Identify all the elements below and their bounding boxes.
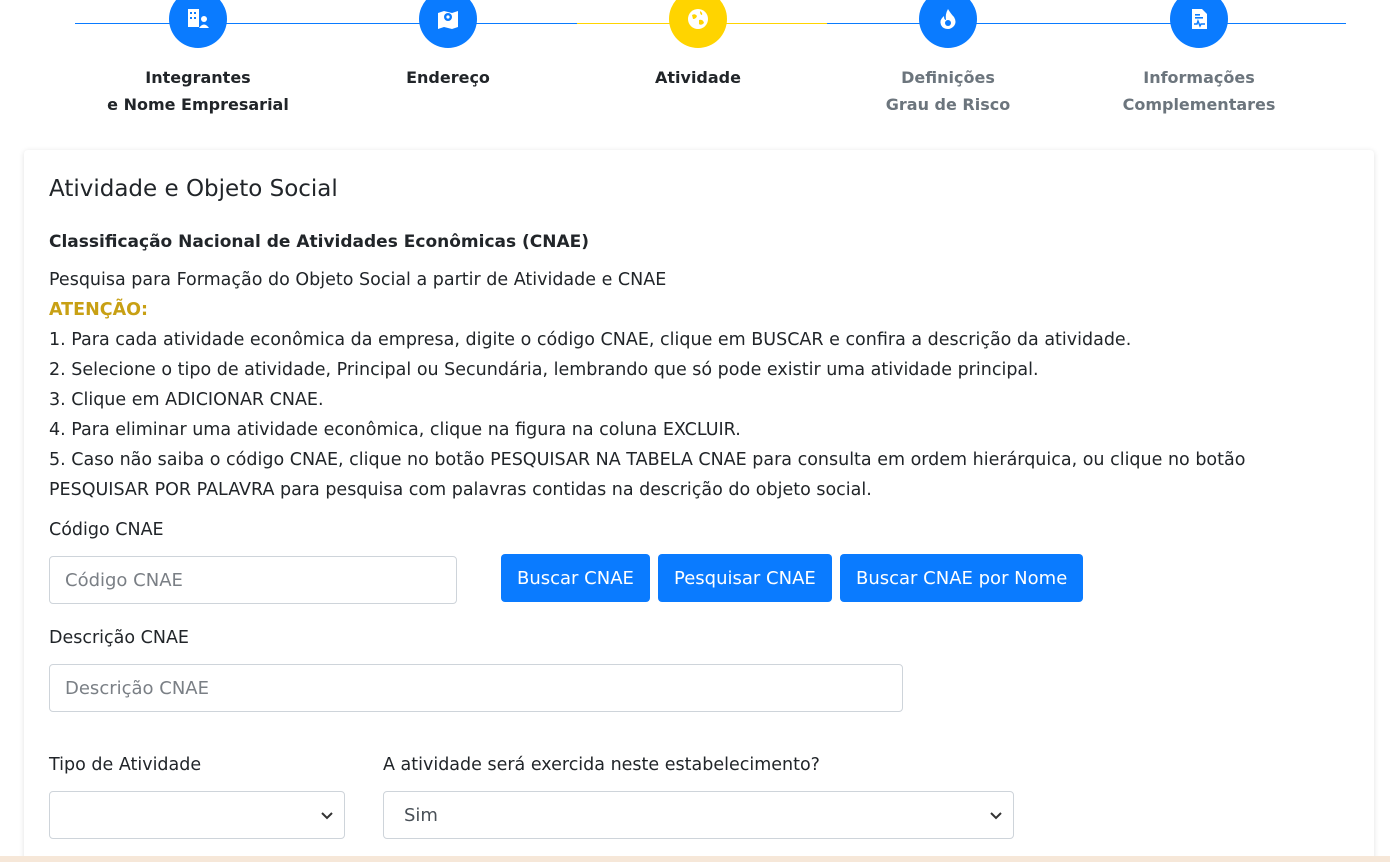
descricao-cnae-input[interactable] [49, 664, 903, 712]
step-informacoes[interactable]: Informações Complementares [1074, 0, 1324, 118]
fire-icon [940, 9, 956, 29]
step-label-line2: e Nome Empresarial [107, 95, 289, 114]
map-pin-icon [438, 11, 458, 29]
bottom-strip [0, 856, 1390, 862]
instructions-block: Pesquisa para Formação do Objeto Social … [49, 265, 1329, 505]
step-label-line2: Grau de Risco [885, 95, 1011, 114]
descricao-cnae-label: Descrição CNAE [49, 628, 189, 648]
step-definicoes[interactable]: Definições Grau de Risco [823, 0, 1073, 118]
step-endereco[interactable]: Endereço [323, 0, 573, 91]
exercida-select[interactable]: Sim [383, 791, 1014, 839]
instruction-item: 2. Selecione o tipo de atividade, Princi… [49, 360, 1039, 380]
step-label-line1: Integrantes [145, 68, 251, 87]
step-label-line1: Informações [1143, 68, 1255, 87]
tipo-atividade-select[interactable] [49, 791, 345, 839]
step-label-line1: Endereço [406, 68, 490, 87]
chevron-down-icon [990, 812, 1002, 820]
codigo-cnae-label: Código CNAE [49, 520, 164, 540]
step-label-line2: Complementares [1122, 95, 1276, 114]
instruction-item: 3. Clique em ADICIONAR CNAE. [49, 390, 324, 410]
step-circle [669, 0, 727, 48]
chevron-down-icon [321, 812, 333, 820]
step-label-line1: Definições [901, 68, 995, 87]
instruction-item: 4. Para eliminar uma atividade econômica… [49, 420, 741, 440]
step-circle [1170, 0, 1228, 48]
document-icon [1192, 9, 1207, 29]
exercida-value: Sim [404, 804, 438, 826]
progress-stepper: Integrantes e Nome Empresarial Endereço … [0, 0, 1390, 130]
buscar-cnae-por-nome-button[interactable]: Buscar CNAE por Nome [840, 554, 1084, 602]
intro-text: Pesquisa para Formação do Objeto Social … [49, 270, 667, 290]
step-atividade[interactable]: Atividade [573, 0, 823, 91]
step-circle [169, 0, 227, 48]
step-circle [919, 0, 977, 48]
codigo-cnae-input[interactable] [49, 556, 457, 604]
warning-label: ATENÇÃO: [49, 300, 148, 320]
buscar-cnae-button[interactable]: Buscar CNAE [501, 554, 650, 602]
step-label-line1: Atividade [655, 68, 741, 87]
pesquisar-cnae-button[interactable]: Pesquisar CNAE [658, 554, 832, 602]
globe-icon [688, 9, 708, 29]
page-title: Atividade e Objeto Social [49, 176, 338, 202]
step-integrantes[interactable]: Integrantes e Nome Empresarial [73, 0, 323, 118]
building-user-icon [188, 9, 209, 28]
instruction-item: 1. Para cada atividade econômica da empr… [49, 330, 1132, 350]
exercida-label: A atividade será exercida neste estabele… [383, 755, 820, 775]
tipo-atividade-label: Tipo de Atividade [49, 755, 202, 775]
section-subtitle: Classificação Nacional de Atividades Eco… [49, 232, 590, 252]
instruction-item: 5. Caso não saiba o código CNAE, clique … [49, 450, 1246, 500]
atividade-card: Atividade e Objeto Social Classificação … [24, 150, 1374, 862]
step-circle [419, 0, 477, 48]
